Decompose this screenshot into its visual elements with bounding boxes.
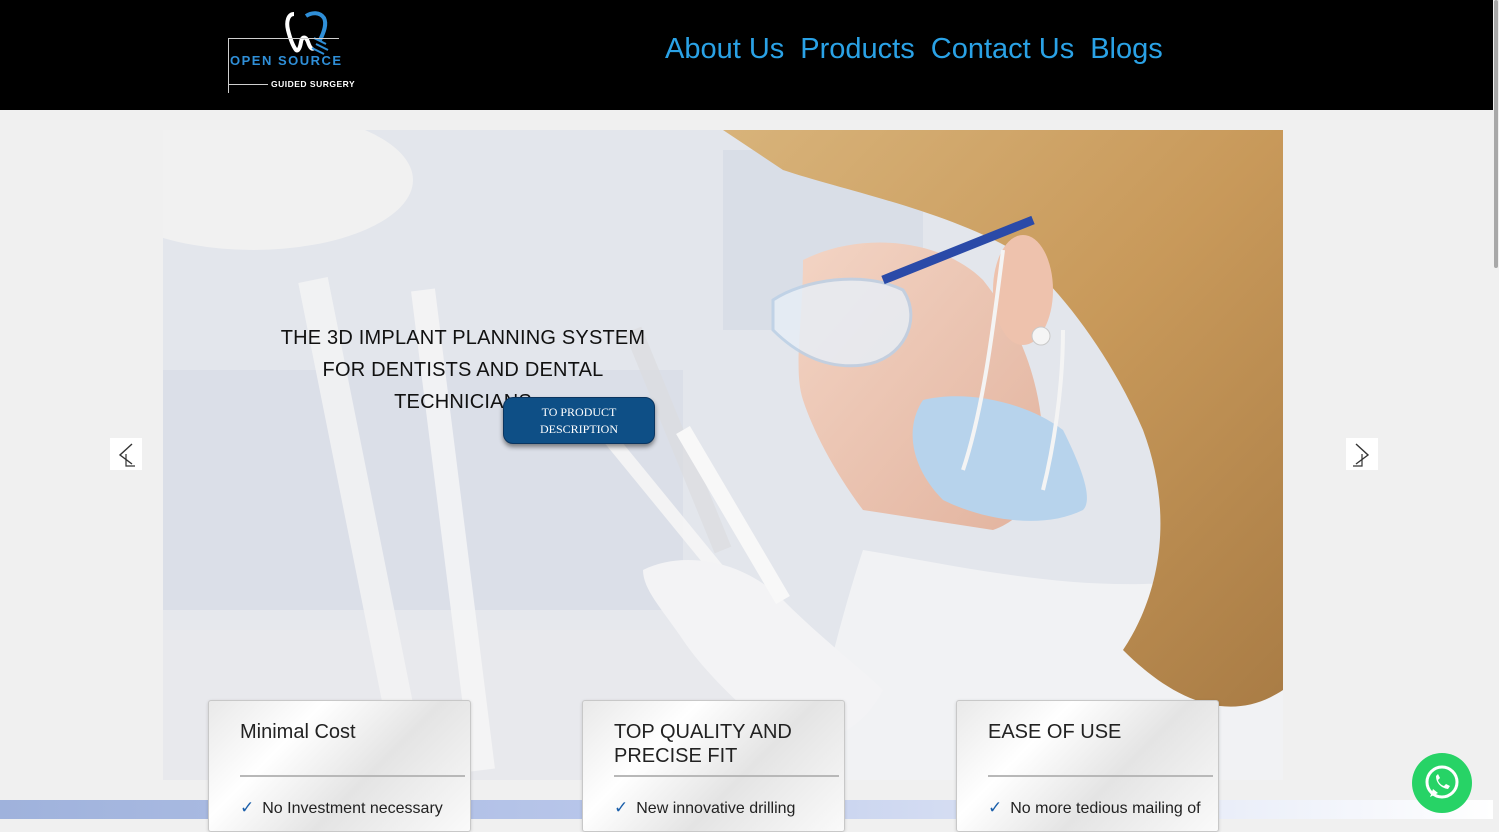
button-label-line1: TO PRODUCT — [541, 404, 617, 419]
checkmark-icon: ✓ — [614, 798, 629, 817]
button-label-line2: DESCRIPTION — [539, 421, 618, 436]
hero-slider: THE 3D IMPLANT PLANNING SYSTEM FOR DENTI… — [163, 130, 1283, 780]
logo-frame-line — [228, 84, 268, 85]
main-nav: About Us Products Contact Us Blogs — [665, 33, 1163, 66]
slider-next-button[interactable] — [1346, 438, 1378, 470]
feature-card-item-text: No more tedious mailing of — [1010, 800, 1201, 817]
feature-card-item: ✓ No Investment necessary — [240, 798, 443, 818]
chevron-left-icon — [118, 443, 135, 467]
nav-link-contact-us[interactable]: Contact Us — [931, 33, 1074, 66]
feature-card-top-quality: TOP QUALITY AND PRECISE FIT ✓ New innovat… — [582, 700, 845, 832]
dentist-photo — [163, 130, 1283, 780]
logo-text-guided-surgery: GUIDED SURGERY — [271, 79, 356, 89]
page-scrollbar[interactable] — [1493, 0, 1499, 819]
feature-card-title: EASE OF USE — [988, 721, 1122, 743]
feature-card-divider — [614, 775, 839, 777]
whatsapp-chat-button[interactable] — [1412, 753, 1472, 813]
checkmark-icon: ✓ — [240, 798, 255, 817]
logo-text-open-source: OPEN SOURCE — [230, 53, 343, 68]
feature-card-title: TOP QUALITY AND PRECISE FIT — [614, 721, 792, 767]
site-header: OPEN SOURCE GUIDED SURGERY About Us Prod… — [0, 0, 1493, 110]
nav-link-products[interactable]: Products — [800, 33, 914, 66]
slider-prev-button[interactable] — [110, 438, 142, 470]
feature-card-item: ✓ New innovative drilling — [614, 798, 795, 818]
scrollbar-thumb[interactable] — [1494, 0, 1498, 268]
feature-card-divider — [240, 775, 465, 777]
chevron-right-icon — [1353, 443, 1370, 467]
nav-link-about-us[interactable]: About Us — [665, 33, 784, 66]
nav-link-blogs[interactable]: Blogs — [1090, 33, 1163, 66]
feature-card-title: Minimal Cost — [240, 721, 356, 743]
feature-card-divider — [988, 775, 1213, 777]
feature-card-item: ✓ No more tedious mailing of — [988, 798, 1201, 818]
hero-headline-line1: THE 3D IMPLANT PLANNING SYSTEM — [280, 327, 646, 349]
feature-card-minimal-cost: Minimal Cost ✓ No Investment necessary — [208, 700, 471, 832]
site-logo[interactable]: OPEN SOURCE GUIDED SURGERY — [228, 10, 358, 93]
feature-card-item-text: New innovative drilling — [636, 800, 796, 817]
feature-card-ease-of-use: EASE OF USE ✓ No more tedious mailing of — [956, 700, 1219, 832]
whatsapp-icon — [1425, 765, 1459, 799]
feature-card-item-text: No Investment necessary — [262, 800, 443, 817]
checkmark-icon: ✓ — [988, 798, 1003, 817]
product-description-button[interactable]: TO PRODUCT DESCRIPTION — [503, 397, 655, 444]
